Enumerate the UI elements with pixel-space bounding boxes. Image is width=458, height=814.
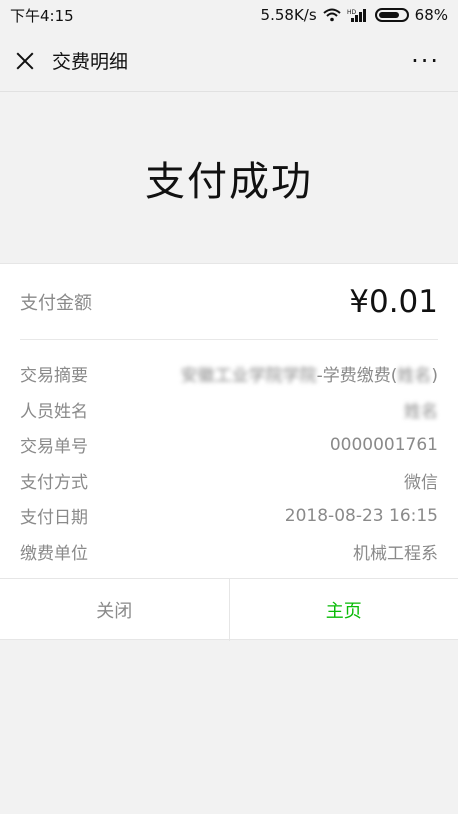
detail-label: 支付日期	[20, 508, 88, 529]
detail-value-payment-method: 微信	[404, 472, 438, 493]
signal-icon: HD	[347, 9, 366, 22]
close-button[interactable]: 关闭	[0, 579, 230, 641]
detail-value-summary: 安徽工业学院学院-学费缴费(姓名)	[181, 361, 438, 386]
navigation-bar: 交费明细 ···	[0, 30, 458, 92]
detail-label: 交易摘要	[20, 366, 88, 387]
network-speed: 5.58K/s	[260, 6, 317, 24]
detail-row-order-number: 交易单号 0000001761	[20, 427, 438, 463]
blurred-text: 姓名	[397, 366, 432, 387]
detail-label: 缴费单位	[20, 543, 88, 564]
status-indicators: 5.58K/s HD 68%	[261, 6, 448, 24]
detail-value-mid: -学费缴费(	[316, 366, 398, 387]
detail-row-payment-method: 支付方式 微信	[20, 463, 438, 499]
detail-row-payee-unit: 缴费单位 机械工程系	[20, 534, 438, 570]
amount-value: ¥0.01	[349, 283, 438, 320]
amount-row: 支付金额 ¥0.01	[20, 264, 438, 340]
detail-value-name: 姓名	[404, 401, 438, 422]
detail-value-end: )	[431, 366, 438, 387]
detail-value-payee-unit: 机械工程系	[353, 543, 438, 564]
blurred-text: 安徽工业学院学院	[180, 366, 317, 387]
detail-row-name: 人员姓名 姓名	[20, 392, 438, 428]
wifi-icon	[322, 8, 341, 22]
page-title: 交费明细	[52, 51, 129, 73]
battery-icon	[374, 8, 409, 22]
detail-label: 交易单号	[20, 437, 88, 458]
payment-detail-card: 支付金额 ¥0.01 交易摘要 安徽工业学院学院-学费缴费(姓名) 人员姓名 姓…	[0, 263, 458, 641]
detail-row-summary: 交易摘要 安徽工业学院学院-学费缴费(姓名)	[20, 356, 438, 392]
detail-list: 交易摘要 安徽工业学院学院-学费缴费(姓名) 人员姓名 姓名 交易单号 0000…	[20, 356, 438, 569]
payment-status-title: 支付成功	[145, 159, 313, 205]
detail-value-payment-date: 2018-08-23 16:15	[284, 505, 438, 526]
detail-row-payment-date: 支付日期 2018-08-23 16:15	[20, 498, 438, 534]
close-icon[interactable]	[14, 50, 36, 72]
detail-label: 支付方式	[20, 472, 88, 493]
detail-value-order-number: 0000001761	[329, 434, 438, 455]
amount-label: 支付金额	[20, 292, 92, 314]
hd-label: HD	[347, 9, 357, 16]
action-bar: 关闭 主页	[0, 578, 458, 641]
status-bar: 下午4:15 5.58K/s HD 68%	[0, 0, 458, 30]
battery-percent: 68%	[414, 6, 448, 24]
more-options-icon[interactable]: ···	[411, 49, 440, 73]
detail-label: 人员姓名	[20, 401, 88, 422]
home-button[interactable]: 主页	[230, 579, 458, 641]
status-time: 下午4:15	[10, 6, 74, 25]
result-banner: 支付成功	[0, 92, 458, 264]
